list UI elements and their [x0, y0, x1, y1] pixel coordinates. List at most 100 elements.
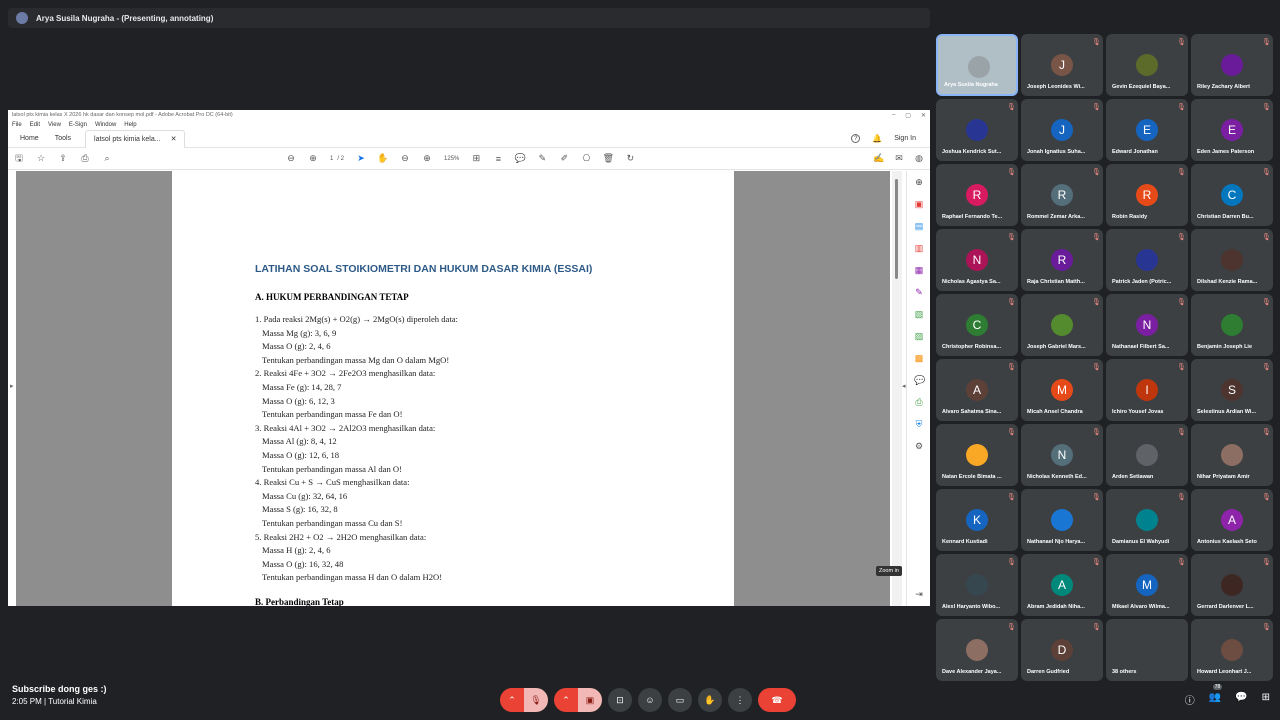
participant-tile[interactable]: 🎙 Joseph Gabriel Mars...: [1021, 294, 1103, 356]
next-page-icon[interactable]: ⊕: [308, 153, 318, 164]
edit-pdf-icon[interactable]: ▥: [914, 243, 924, 253]
star-icon[interactable]: ☆: [36, 153, 46, 164]
participant-tile[interactable]: A 🎙 Abram Jedidah Niha...: [1021, 554, 1103, 616]
more-options-button[interactable]: ⋮: [728, 688, 752, 712]
participant-tile[interactable]: M 🎙 Mikael Alvaro Wilma...: [1106, 554, 1188, 616]
raise-hand-button[interactable]: ✋: [698, 688, 722, 712]
participant-tile[interactable]: N 🎙 Nicholas Kenneth Ed...: [1021, 424, 1103, 486]
minimize-icon[interactable]: –: [892, 112, 895, 119]
participant-tile[interactable]: R 🎙 Robin Rasidy: [1106, 164, 1188, 226]
sign-in-button[interactable]: Sign In: [894, 135, 916, 142]
mic-options-button[interactable]: ⌃: [500, 688, 524, 712]
participant-tile[interactable]: 🎙 Nihar Priyatam Amir: [1191, 424, 1273, 486]
tab-home[interactable]: Home: [12, 130, 47, 148]
participant-tile[interactable]: J 🎙 Joseph Leonides Wi...: [1021, 34, 1103, 96]
participant-tile[interactable]: I 🎙 Ichiro Yousef Jovas: [1106, 359, 1188, 421]
participant-tile[interactable]: S 🎙 Selestinus Ardian Wi...: [1191, 359, 1273, 421]
leave-call-button[interactable]: ☎: [758, 688, 796, 712]
fill-sign-side-icon[interactable]: ✎: [914, 287, 924, 297]
menu-help[interactable]: Help: [124, 122, 136, 128]
participant-tile[interactable]: A 🎙 Alvaro Sahatma Sina...: [936, 359, 1018, 421]
vertical-scrollbar[interactable]: [892, 171, 902, 606]
shield-icon[interactable]: ⛨: [914, 419, 924, 429]
participant-tile[interactable]: 🎙 Alexl Haryanto Wibo...: [936, 554, 1018, 616]
hand-tool-icon[interactable]: ✋: [377, 153, 388, 164]
participant-tile[interactable]: E 🎙 Eden James Paterson: [1191, 99, 1273, 161]
zoom-in-icon[interactable]: ⊕: [422, 153, 432, 164]
print-production-icon[interactable]: ⎙: [914, 397, 924, 407]
save-icon[interactable]: 🖫: [14, 153, 24, 164]
export-pdf-icon[interactable]: ▣: [914, 199, 924, 209]
participant-tile[interactable]: 🎙 Nathanael Njo Harya...: [1021, 489, 1103, 551]
upload-icon[interactable]: ⇪: [58, 153, 68, 164]
mail-icon[interactable]: ✉: [894, 153, 904, 164]
left-panel-toggle-icon[interactable]: ▸: [10, 382, 14, 390]
stamp-icon[interactable]: ⎔: [581, 153, 591, 164]
expand-panel-icon[interactable]: ⇥: [914, 589, 924, 599]
search-icon[interactable]: ⌕: [102, 153, 112, 164]
participant-tile[interactable]: R 🎙 Raphael Fernando Te...: [936, 164, 1018, 226]
participant-tile[interactable]: C 🎙 Christopher Robinsa...: [936, 294, 1018, 356]
draw-icon[interactable]: ✐: [559, 153, 569, 164]
menu-edit[interactable]: Edit: [30, 122, 40, 128]
participant-tile[interactable]: R 🎙 Raja Christian Matth...: [1021, 229, 1103, 291]
captions-button[interactable]: ⊡: [608, 688, 632, 712]
more-tools-icon[interactable]: ⚙: [914, 441, 924, 451]
zoom-tool-icon[interactable]: ⊕: [914, 177, 924, 187]
menu-window[interactable]: Window: [95, 122, 116, 128]
fill-sign-icon[interactable]: ✍: [873, 153, 884, 164]
compress-icon[interactable]: ▨: [914, 331, 924, 341]
close-tab-icon[interactable]: ✕: [171, 135, 177, 143]
menu-file[interactable]: File: [12, 122, 22, 128]
menu-esign[interactable]: E-Sign: [69, 122, 87, 128]
participant-tile[interactable]: 38 others: [1106, 619, 1188, 681]
participant-tile[interactable]: D 🎙 Darren Gudfried: [1021, 619, 1103, 681]
close-icon[interactable]: ✕: [921, 112, 926, 119]
rotate-icon[interactable]: ↻: [625, 153, 635, 164]
highlight-icon[interactable]: ✎: [537, 153, 547, 164]
page-current[interactable]: 1: [330, 156, 333, 162]
delete-icon[interactable]: 🗑: [603, 153, 614, 164]
fit-page-icon[interactable]: ⊞: [471, 153, 481, 164]
document-viewer[interactable]: LATIHAN SOAL STOIKIOMETRI DAN HUKUM DASA…: [16, 171, 890, 606]
participant-tile[interactable]: E 🎙 Edward Jonathan: [1106, 99, 1188, 161]
organize-pages-icon[interactable]: ▦: [914, 265, 924, 275]
participant-tile[interactable]: 🎙 Natan Ercole Bimata ...: [936, 424, 1018, 486]
scroll-thumb[interactable]: [895, 179, 898, 279]
people-icon[interactable]: 👥 78: [1209, 684, 1223, 707]
participant-tile[interactable]: K 🎙 Kennard Kustiadi: [936, 489, 1018, 551]
mic-off-button[interactable]: 🎙: [524, 688, 548, 712]
scroll-mode-icon[interactable]: ≡: [493, 154, 503, 164]
participant-tile[interactable]: 🎙 Joshua Kendrick Sut...: [936, 99, 1018, 161]
help-icon[interactable]: ?: [851, 134, 861, 143]
participant-tile[interactable]: R 🎙 Rommel Zemar Arka...: [1021, 164, 1103, 226]
participant-tile[interactable]: 🎙 Gerrard Darlenver L...: [1191, 554, 1273, 616]
participant-tile[interactable]: 🎙 Riley Zachary Albert: [1191, 34, 1273, 96]
comment-side-icon[interactable]: 💬: [914, 375, 925, 385]
participant-tile[interactable]: N 🎙 Nicholas Agastya Sa...: [936, 229, 1018, 291]
participant-tile[interactable]: 🎙 Gevin Ezequiel Baya...: [1106, 34, 1188, 96]
participant-tile[interactable]: 🎙 Benjamin Joseph Lie: [1191, 294, 1273, 356]
bell-icon[interactable]: 🔔: [872, 134, 882, 143]
participant-tile[interactable]: 🎙 Damianus El Wahyudi: [1106, 489, 1188, 551]
print-icon[interactable]: ⎙: [80, 153, 90, 164]
emoji-button[interactable]: ☺: [638, 688, 662, 712]
participant-tile[interactable]: 🎙 Dave Alexander Jaya...: [936, 619, 1018, 681]
menu-view[interactable]: View: [48, 122, 61, 128]
participant-tile[interactable]: A 🎙 Antonius Kaelash Seto: [1191, 489, 1273, 551]
activities-icon[interactable]: ⊞: [1262, 692, 1270, 707]
participant-tile[interactable]: 🎙 Patrick Jaden (Potric...: [1106, 229, 1188, 291]
tab-document[interactable]: latsol pts kimia kela... ✕: [85, 129, 186, 148]
right-panel-collapse-icon[interactable]: ◂: [902, 382, 906, 390]
scan-ocr-icon[interactable]: ▧: [914, 309, 924, 319]
info-icon[interactable]: ⓘ: [1185, 692, 1195, 707]
create-pdf-icon[interactable]: ▤: [914, 221, 924, 231]
participant-tile[interactable]: Arya Susila Nugraha: [936, 34, 1018, 96]
camera-options-button[interactable]: ⌃: [554, 688, 578, 712]
participant-tile[interactable]: J 🎙 Jonah Ignatius Suha...: [1021, 99, 1103, 161]
zoom-level[interactable]: 125%: [444, 156, 459, 162]
participant-tile[interactable]: C 🎙 Christian Darren Bu...: [1191, 164, 1273, 226]
participant-tile[interactable]: M 🎙 Micah Ansel Chandra: [1021, 359, 1103, 421]
prev-page-icon[interactable]: ⊖: [286, 153, 296, 164]
chat-icon[interactable]: 💬: [1235, 692, 1247, 707]
